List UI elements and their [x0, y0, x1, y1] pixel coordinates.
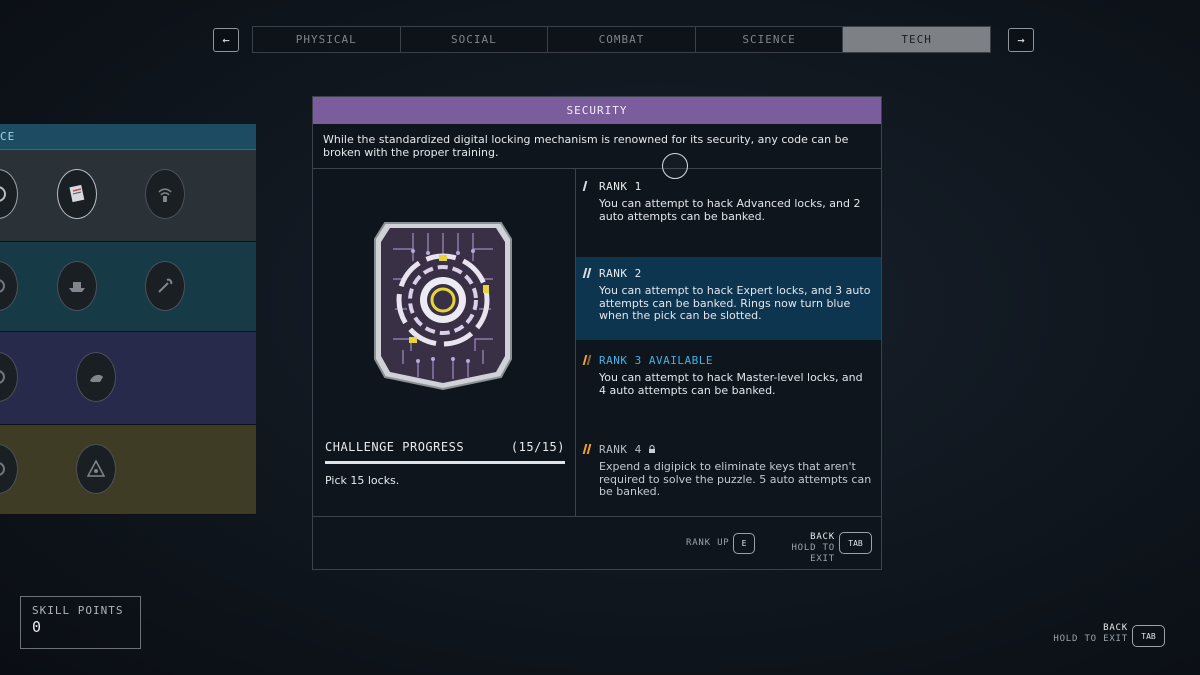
skill-tree-panel: CE: [0, 124, 256, 515]
skill-tier-2: [0, 242, 256, 332]
dialog-body: CHALLENGE PROGRESS (15/15) Pick 15 locks…: [313, 169, 881, 516]
skill-detail-dialog: SECURITY While the standardized digital …: [312, 96, 882, 570]
rank-up-button[interactable]: E: [733, 533, 755, 554]
rank-up-label: RANK UP: [686, 538, 730, 548]
rank-2-description: You can attempt to hack Expert locks, an…: [599, 284, 871, 322]
rank-3[interactable]: RANK 3 AVAILABLE You can attempt to hack…: [576, 353, 881, 423]
challenge-progress-bar: [325, 461, 565, 464]
rank-2-tick-icon: [582, 268, 593, 278]
document-icon: [69, 184, 85, 203]
dialog-back-label: BACK: [810, 532, 835, 542]
skill-glyph-icon: [0, 462, 5, 476]
rank-4-label: RANK 4: [599, 442, 642, 456]
skill-icon-ship[interactable]: [57, 261, 97, 311]
rank-1-tick-icon: [582, 181, 593, 191]
rank-2[interactable]: RANK 2 You can attempt to hack Expert lo…: [576, 257, 881, 340]
tab-science[interactable]: SCIENCE: [696, 27, 844, 52]
rank-1-description: You can attempt to hack Advanced locks, …: [599, 197, 861, 223]
rank-1-label: RANK 1: [599, 179, 642, 193]
rank-4-header: RANK 4: [599, 442, 872, 456]
rank-list: RANK 1 You can attempt to hack Advanced …: [576, 169, 881, 516]
rank-3-tick-icon: [582, 355, 593, 365]
rank-1[interactable]: RANK 1 You can attempt to hack Advanced …: [576, 179, 881, 257]
dialog-back-button[interactable]: TAB: [839, 532, 872, 554]
security-badge-icon: [374, 222, 512, 391]
skill-tier-3: [0, 332, 256, 425]
challenge-label: CHALLENGE PROGRESS: [325, 440, 465, 454]
tab-physical[interactable]: PHYSICAL: [253, 27, 401, 52]
skill-tier-4: [0, 425, 256, 515]
skill-points-label: SKILL POINTS: [32, 604, 124, 617]
category-tabs: PHYSICAL SOCIAL COMBAT SCIENCE TECH: [252, 26, 991, 53]
dialog-footer: RANK UP E BACK HOLD TO EXIT TAB: [313, 516, 881, 569]
rank-2-label: RANK 2: [599, 266, 642, 280]
skill-points-value: 0: [32, 618, 42, 636]
skill-icon-partial-2[interactable]: [0, 261, 18, 311]
dialog-back-hint: BACK HOLD TO EXIT: [763, 532, 835, 565]
global-back-button[interactable]: TAB: [1132, 625, 1165, 647]
challenge-count: (15/15): [510, 440, 565, 454]
skill-tier-1: [0, 150, 256, 242]
skill-icon-partial[interactable]: [0, 169, 18, 219]
challenge-progress: CHALLENGE PROGRESS (15/15) Pick 15 locks…: [325, 440, 565, 487]
tab-social[interactable]: SOCIAL: [401, 27, 549, 52]
lock-icon: [648, 445, 655, 453]
prev-category-button[interactable]: ←: [213, 28, 239, 52]
skill-glyph-icon: [0, 370, 5, 384]
rank-3-label: RANK 3 AVAILABLE: [599, 353, 713, 367]
challenge-text: Pick 15 locks.: [325, 474, 400, 487]
skill-points-box: SKILL POINTS 0: [20, 596, 141, 649]
skill-icon-signal[interactable]: [145, 169, 185, 219]
skill-icon-hand[interactable]: [76, 352, 116, 402]
rank-3-description: You can attempt to hack Master-level loc…: [599, 371, 863, 397]
next-category-button[interactable]: →: [1008, 28, 1034, 52]
global-back-label: BACK: [1103, 623, 1128, 633]
global-hold-label: HOLD TO EXIT: [1053, 634, 1128, 644]
rank-4-tick-icon: [582, 444, 593, 454]
skill-icon-partial-3[interactable]: [0, 352, 18, 402]
tab-tech[interactable]: TECH: [843, 27, 990, 52]
signal-icon: [158, 188, 172, 202]
wrench-icon: [158, 278, 173, 293]
ship-icon: [69, 282, 85, 292]
dialog-title: SECURITY: [313, 97, 881, 124]
skill-icon-network[interactable]: [76, 444, 116, 494]
network-icon: [86, 459, 106, 477]
hand-icon: [90, 374, 103, 382]
skill-glyph-icon: [0, 279, 5, 293]
skill-badge-column: CHALLENGE PROGRESS (15/15) Pick 15 locks…: [313, 169, 576, 516]
skill-icon-partial-4[interactable]: [0, 444, 18, 494]
dialog-hold-label: HOLD TO EXIT: [791, 543, 835, 564]
rank-4[interactable]: RANK 4 Expend a digipick to eliminate ke…: [576, 442, 881, 512]
cursor-ring: [662, 153, 688, 179]
rank-4-description: Expend a digipick to eliminate keys that…: [599, 460, 872, 498]
tab-combat[interactable]: COMBAT: [548, 27, 696, 52]
global-back-hint: BACK HOLD TO EXIT: [1050, 623, 1128, 645]
skill-description: While the standardized digital locking m…: [313, 124, 881, 169]
skill-glyph-icon: [0, 186, 6, 202]
skill-icon-document[interactable]: [57, 169, 97, 219]
skill-icon-wrench[interactable]: [145, 261, 185, 311]
skill-tree-header: CE: [0, 124, 256, 150]
